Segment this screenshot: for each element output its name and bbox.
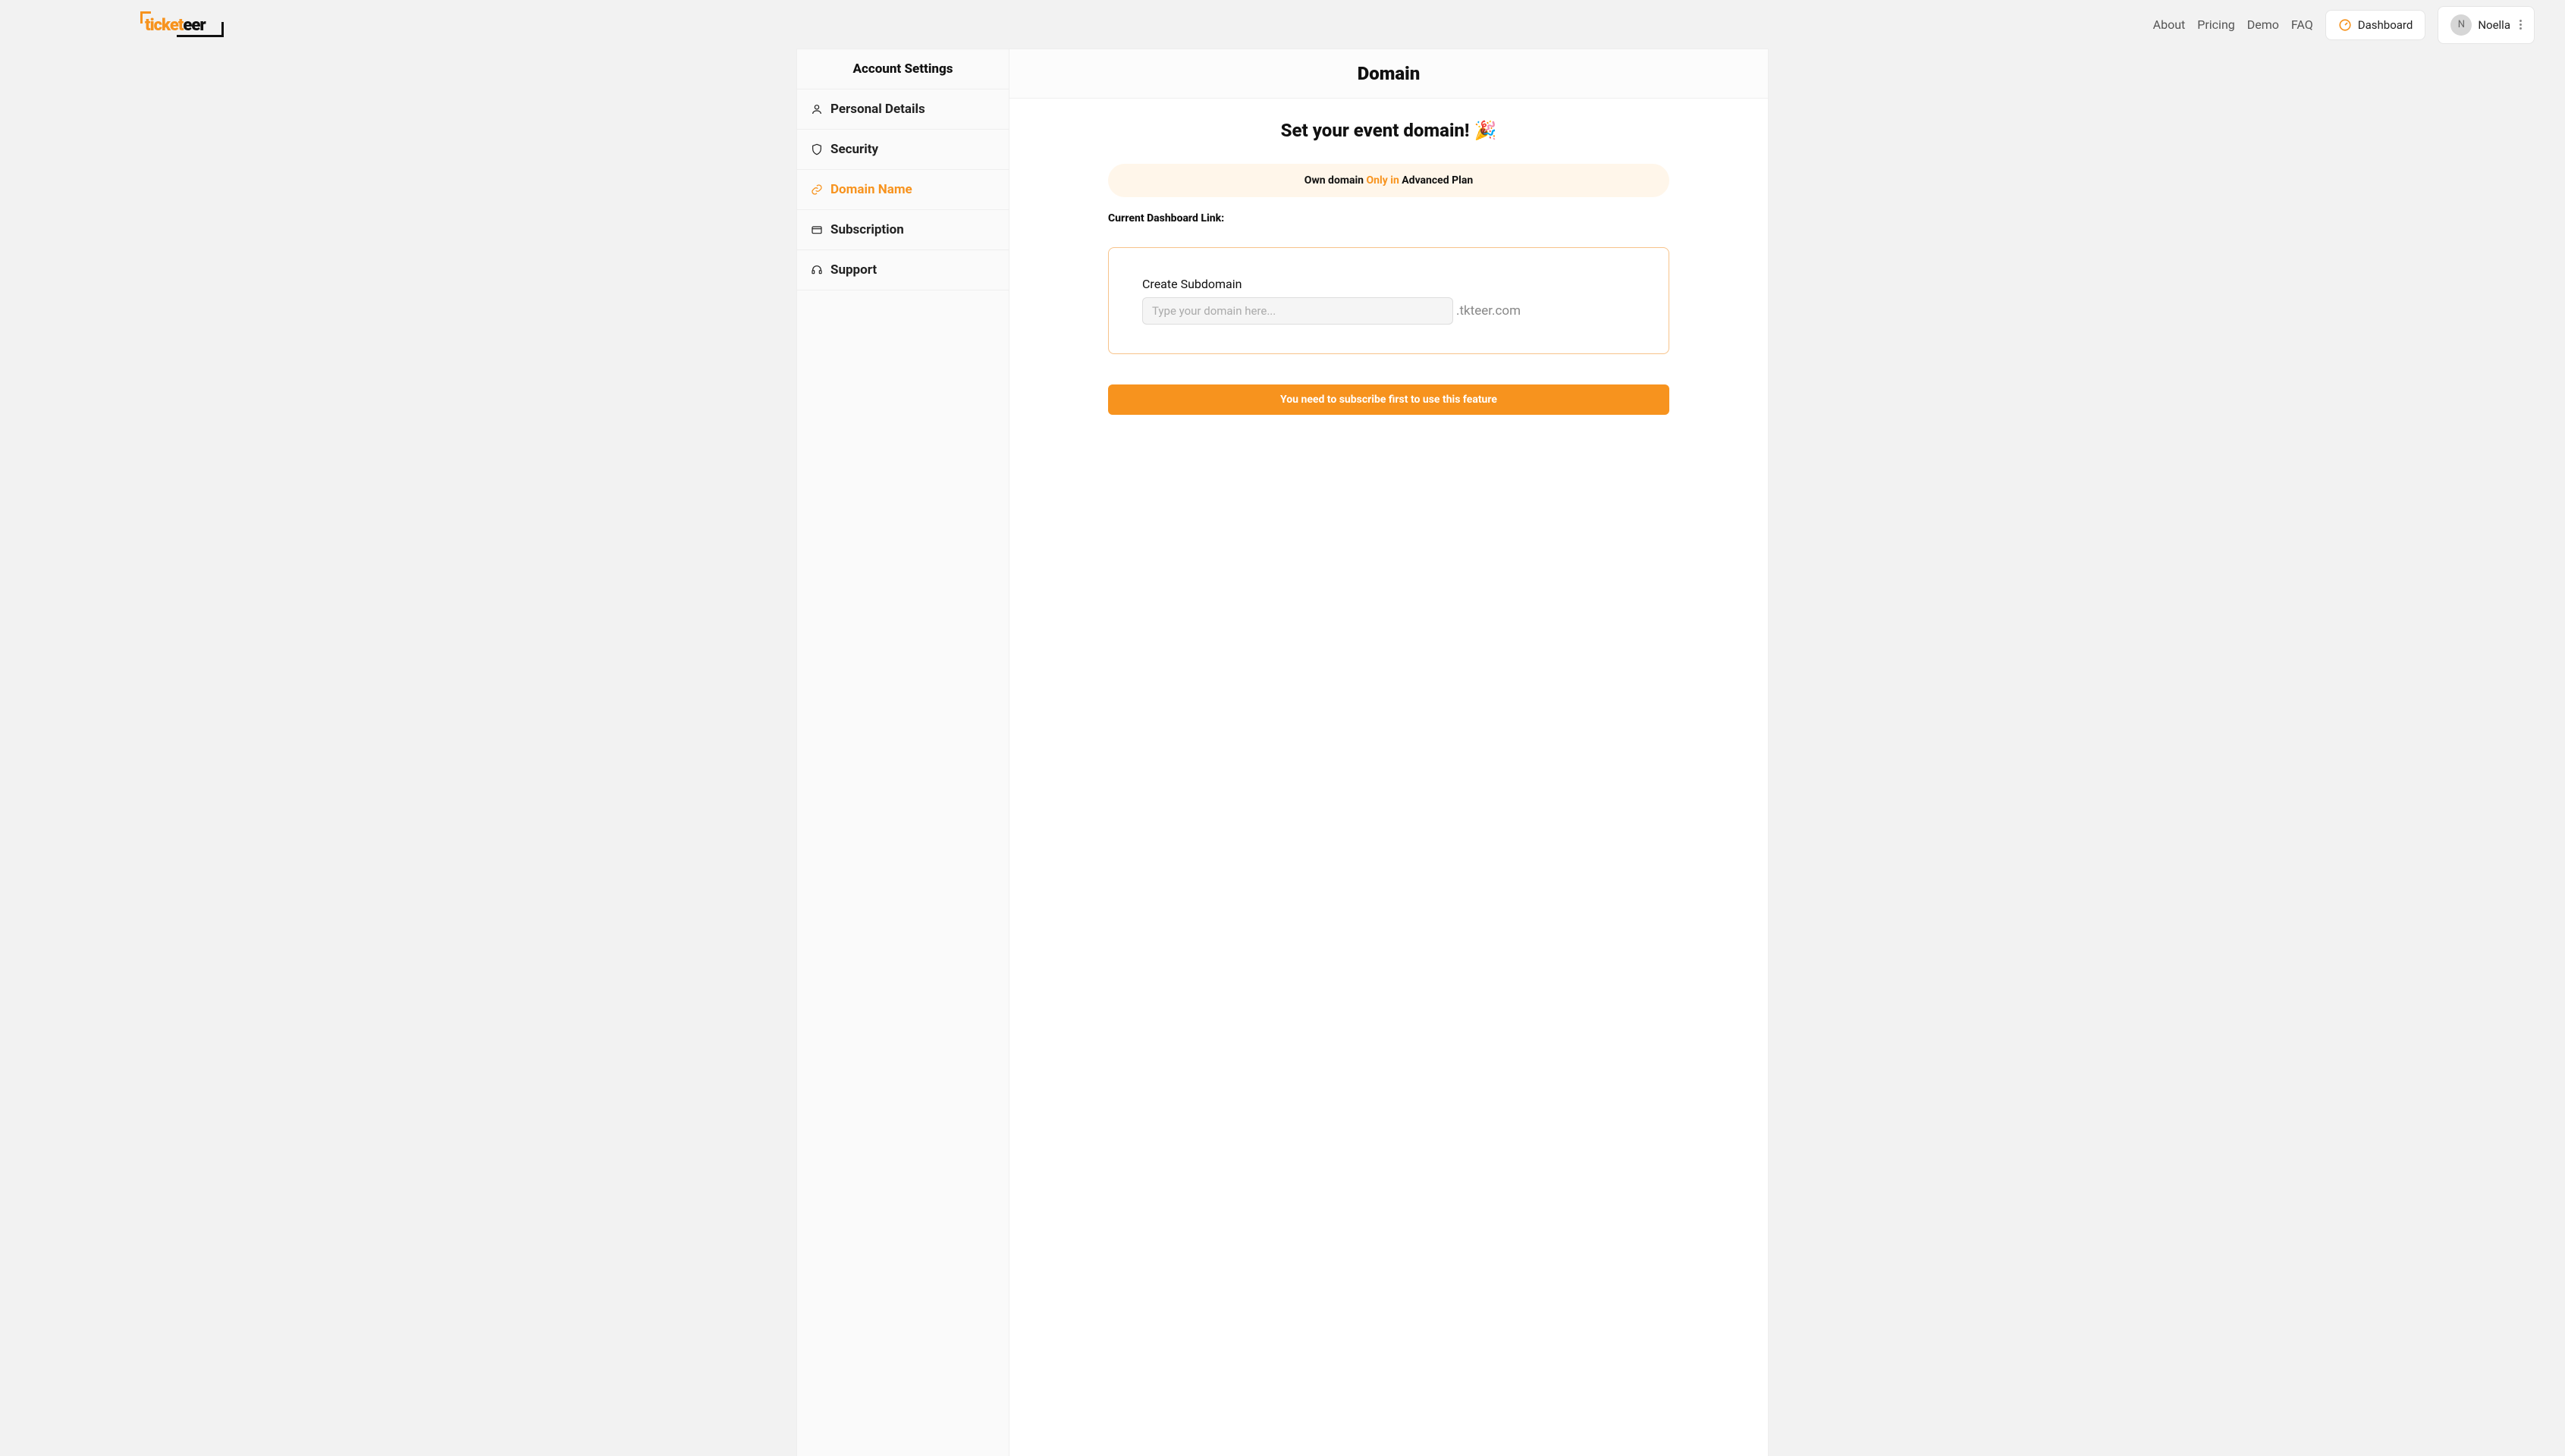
plan-banner: Own domain Only in Advanced Plan <box>1108 164 1669 197</box>
dashboard-label: Dashboard <box>2358 18 2413 32</box>
hero-heading: Set your event domain! 🎉 <box>1108 120 1669 141</box>
sidebar-item-personal-details[interactable]: Personal Details <box>797 89 1009 130</box>
shield-icon <box>811 143 823 155</box>
nav-demo[interactable]: Demo <box>2247 17 2279 32</box>
subdomain-card: Create Subdomain .tkteer.com <box>1108 247 1669 354</box>
sidebar-title: Account Settings <box>797 49 1009 89</box>
sidebar-item-security[interactable]: Security <box>797 130 1009 170</box>
card-icon <box>811 224 823 236</box>
brand-logo[interactable]: ticketeer <box>140 11 224 39</box>
current-link-label: Current Dashboard Link: <box>1108 212 1669 224</box>
kebab-icon <box>2519 20 2522 30</box>
sidebar-item-domain-name[interactable]: Domain Name <box>797 170 1009 210</box>
svg-text:ticketeer: ticketeer <box>145 16 206 35</box>
sidebar-item-label: Domain Name <box>830 182 912 197</box>
sidebar-item-label: Support <box>830 262 877 278</box>
sidebar-item-label: Personal Details <box>830 102 925 117</box>
subdomain-field-label: Create Subdomain <box>1142 277 1635 291</box>
banner-post: Advanced Plan <box>1399 174 1473 187</box>
user-name: Noella <box>2478 18 2510 32</box>
banner-highlight: Only in <box>1367 174 1399 187</box>
domain-suffix: .tkteer.com <box>1456 303 1521 318</box>
user-menu-button[interactable]: N Noella <box>2438 6 2535 44</box>
page-title: Domain <box>1009 49 1768 99</box>
user-icon <box>811 103 823 115</box>
banner-pre: Own domain <box>1304 174 1367 187</box>
avatar: N <box>2450 14 2472 36</box>
nav-pricing[interactable]: Pricing <box>2197 17 2235 32</box>
headset-icon <box>811 264 823 276</box>
nav-about[interactable]: About <box>2153 17 2186 32</box>
sidebar-item-label: Subscription <box>830 222 904 237</box>
subscribe-cta-button[interactable]: You need to subscribe first to use this … <box>1108 384 1669 415</box>
gauge-icon <box>2338 18 2352 32</box>
link-icon <box>811 184 823 196</box>
subdomain-input[interactable] <box>1142 297 1453 325</box>
sidebar-item-support[interactable]: Support <box>797 250 1009 290</box>
sidebar-item-label: Security <box>830 142 878 157</box>
nav-faq[interactable]: FAQ <box>2291 17 2313 32</box>
dashboard-button[interactable]: Dashboard <box>2325 10 2426 40</box>
sidebar-item-subscription[interactable]: Subscription <box>797 210 1009 250</box>
